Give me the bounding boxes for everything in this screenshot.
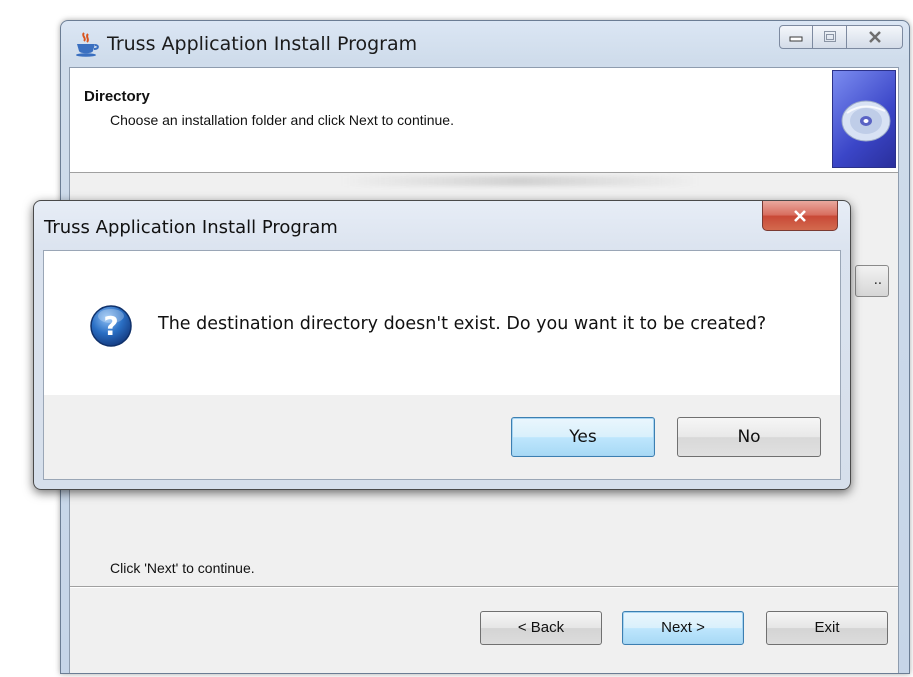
next-button[interactable]: Next >	[622, 611, 744, 645]
header-panel: Directory Choose an installation folder …	[70, 68, 898, 173]
confirm-dialog: Truss Application Install Program ? The …	[33, 200, 851, 490]
footer-divider	[70, 586, 898, 588]
cd-disc-icon	[841, 100, 891, 142]
dialog-button-bar: Yes No	[44, 395, 840, 479]
dialog-close-button[interactable]	[762, 201, 838, 231]
obscured-text	[340, 176, 700, 186]
dialog-message: The destination directory doesn't exist.…	[158, 314, 767, 334]
maximize-icon	[823, 31, 836, 42]
page-title: Directory	[84, 88, 150, 105]
exit-button[interactable]: Exit	[766, 611, 888, 645]
installer-titlebar[interactable]: Truss Application Install Program	[61, 21, 909, 65]
maximize-button[interactable]	[813, 25, 847, 49]
svg-text:?: ?	[103, 312, 118, 342]
caption-buttons	[779, 25, 903, 51]
continue-hint: Click 'Next' to continue.	[110, 560, 255, 576]
dialog-body: ? The destination directory doesn't exis…	[44, 251, 840, 395]
minimize-button[interactable]	[779, 25, 813, 49]
dialog-client-area: ? The destination directory doesn't exis…	[43, 250, 841, 480]
back-button[interactable]: < Back	[480, 611, 602, 645]
cd-badge	[832, 70, 896, 168]
close-icon	[794, 209, 806, 222]
question-icon: ?	[90, 305, 132, 347]
close-icon	[868, 31, 881, 43]
screen: Truss Application Install Program Direct…	[0, 0, 913, 677]
java-cup-icon	[76, 32, 99, 57]
close-button[interactable]	[847, 25, 903, 49]
page-subtitle: Choose an installation folder and click …	[110, 112, 454, 128]
installer-title: Truss Application Install Program	[107, 33, 418, 55]
browse-button[interactable]: ..	[855, 265, 889, 297]
dialog-title: Truss Application Install Program	[44, 217, 338, 238]
minimize-icon	[789, 36, 803, 42]
yes-button[interactable]: Yes	[511, 417, 655, 457]
no-button[interactable]: No	[677, 417, 821, 457]
